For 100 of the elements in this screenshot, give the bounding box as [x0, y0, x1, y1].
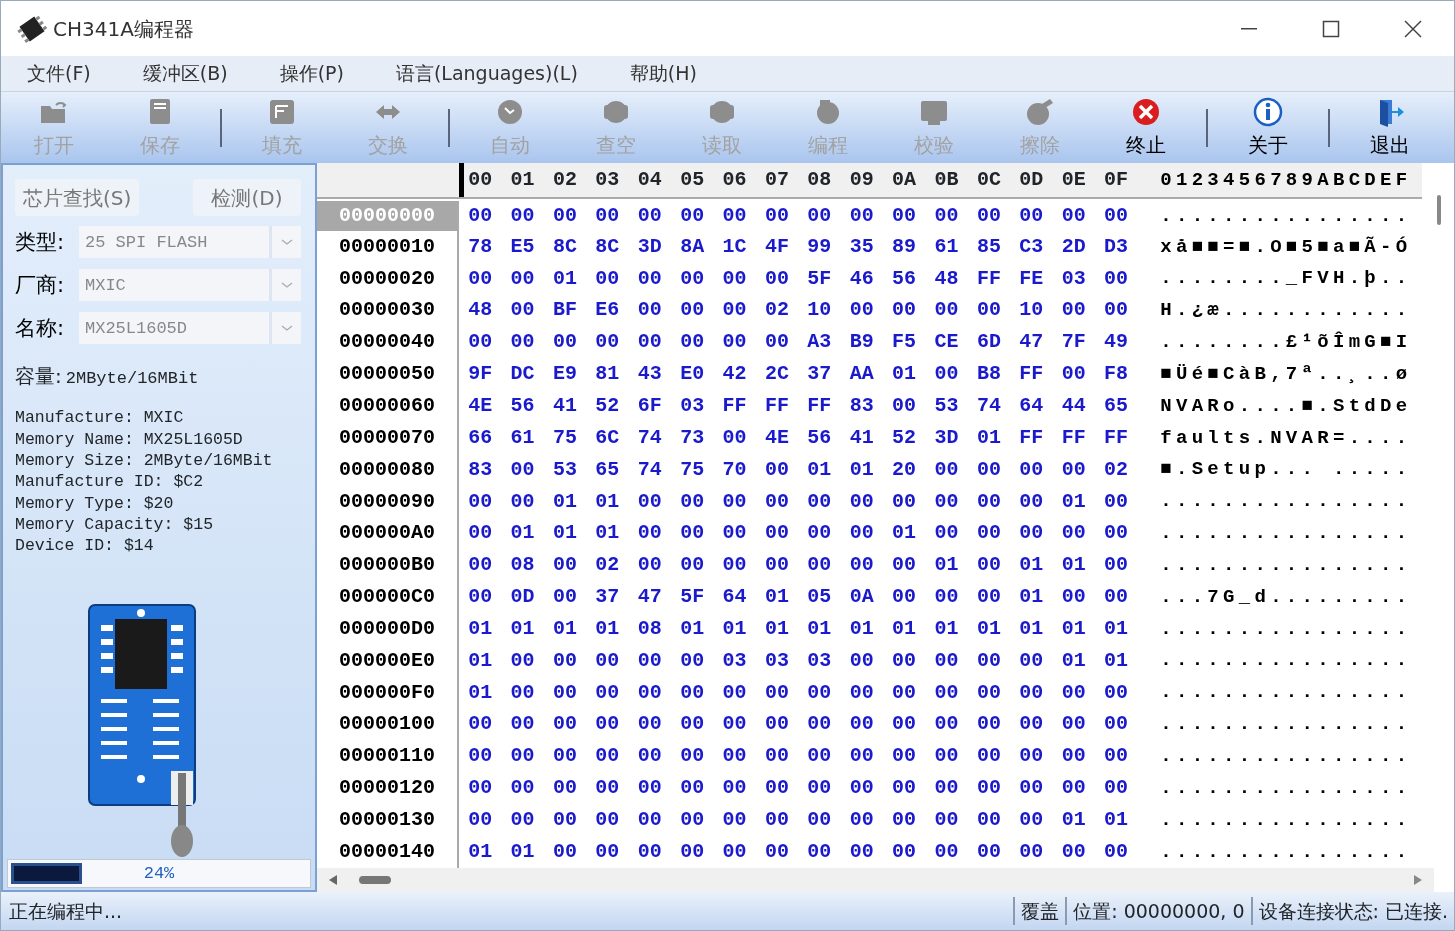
- hex-byte[interactable]: 01: [670, 612, 714, 645]
- hex-byte[interactable]: 01: [1052, 612, 1095, 645]
- hex-byte[interactable]: 00: [755, 835, 799, 868]
- hex-byte[interactable]: 01: [882, 612, 926, 645]
- hex-byte[interactable]: 00: [925, 294, 968, 327]
- hex-byte[interactable]: 00: [501, 326, 544, 359]
- hex-byte[interactable]: B8: [967, 358, 1011, 391]
- hex-byte[interactable]: 56: [501, 390, 544, 422]
- hex-byte[interactable]: 74: [628, 421, 671, 454]
- hex-byte[interactable]: 00: [459, 740, 502, 773]
- hex-byte[interactable]: 03: [713, 644, 756, 677]
- hex-byte[interactable]: 53: [543, 453, 587, 486]
- hex-byte[interactable]: 00: [840, 485, 883, 518]
- hex-byte[interactable]: 35: [840, 230, 883, 263]
- hex-byte[interactable]: 00: [798, 517, 841, 550]
- hex-byte[interactable]: 00: [1010, 740, 1053, 773]
- hex-byte[interactable]: 01: [1052, 549, 1095, 582]
- hex-byte[interactable]: 00: [501, 262, 544, 295]
- hex-byte[interactable]: 85: [967, 230, 1011, 263]
- hex-byte[interactable]: 01: [967, 612, 1011, 645]
- hex-byte[interactable]: 00: [543, 549, 587, 582]
- toolbar-button[interactable]: 退出: [1337, 92, 1443, 163]
- hex-byte[interactable]: 00: [882, 549, 926, 582]
- hex-byte[interactable]: 5F: [670, 581, 714, 613]
- hex-byte[interactable]: 8C: [586, 230, 629, 263]
- hex-byte[interactable]: 01: [755, 581, 799, 613]
- hex-byte[interactable]: 00: [543, 740, 587, 773]
- hex-byte[interactable]: 37: [798, 358, 841, 391]
- hex-byte[interactable]: 00: [798, 772, 841, 805]
- hex-byte[interactable]: 00: [459, 485, 502, 518]
- hex-byte[interactable]: 01: [459, 644, 502, 677]
- hex-byte[interactable]: 00: [1010, 453, 1053, 486]
- hex-byte[interactable]: 00: [882, 294, 926, 327]
- hex-byte[interactable]: 00: [755, 549, 799, 582]
- hex-byte[interactable]: F5: [882, 326, 926, 359]
- hex-byte[interactable]: 01: [586, 517, 629, 550]
- hex-byte[interactable]: 00: [925, 740, 968, 773]
- hex-byte[interactable]: 00: [713, 517, 756, 550]
- hex-byte[interactable]: 01: [840, 453, 883, 486]
- hex-byte[interactable]: 00: [840, 835, 883, 868]
- hex-byte[interactable]: 00: [1010, 676, 1053, 709]
- hex-byte[interactable]: 00: [755, 453, 799, 486]
- hex-byte[interactable]: 02: [1094, 453, 1138, 486]
- hex-byte[interactable]: 00: [925, 676, 968, 709]
- hex-byte[interactable]: 00: [543, 199, 587, 233]
- hex-byte[interactable]: 00: [967, 485, 1011, 518]
- hex-byte[interactable]: 00: [1052, 581, 1095, 613]
- hex-byte[interactable]: 00: [882, 772, 926, 805]
- hex-byte[interactable]: 00: [459, 549, 502, 582]
- hex-byte[interactable]: 99: [798, 230, 841, 263]
- hex-byte[interactable]: 00: [501, 676, 544, 709]
- hex-byte[interactable]: 00: [925, 199, 968, 233]
- hex-byte[interactable]: 01: [543, 517, 587, 550]
- hex-byte[interactable]: 00: [713, 708, 756, 741]
- hex-byte[interactable]: 00: [755, 262, 799, 295]
- hex-byte[interactable]: 00: [713, 549, 756, 582]
- hex-byte[interactable]: FF: [1052, 421, 1095, 454]
- hex-byte[interactable]: 00: [1094, 485, 1138, 518]
- hex-byte[interactable]: 00: [798, 676, 841, 709]
- hex-byte[interactable]: 75: [670, 453, 714, 486]
- hex-byte[interactable]: 00: [967, 517, 1011, 550]
- hex-byte[interactable]: 74: [628, 453, 671, 486]
- hex-byte[interactable]: 00: [925, 772, 968, 805]
- scrollbar-thumb[interactable]: [1434, 195, 1444, 227]
- hex-byte[interactable]: 01: [967, 421, 1011, 454]
- hex-byte[interactable]: 03: [755, 644, 799, 677]
- hex-byte[interactable]: 00: [628, 549, 671, 582]
- hex-byte[interactable]: 00: [882, 804, 926, 836]
- hex-byte[interactable]: 00: [1052, 708, 1095, 741]
- hex-byte[interactable]: 02: [755, 294, 799, 327]
- hex-byte[interactable]: FE: [1010, 262, 1053, 295]
- hex-byte[interactable]: 44: [1052, 390, 1095, 422]
- hex-byte[interactable]: 78: [459, 230, 502, 263]
- hex-byte[interactable]: 00: [755, 485, 799, 518]
- hex-byte[interactable]: 3D: [628, 230, 671, 263]
- hex-byte[interactable]: 00: [755, 708, 799, 741]
- hex-byte[interactable]: 00: [670, 262, 714, 295]
- hex-byte[interactable]: 00: [967, 294, 1011, 327]
- address-cell[interactable]: 00000130: [317, 804, 459, 836]
- hex-byte[interactable]: 00: [713, 199, 756, 233]
- hex-byte[interactable]: 00: [628, 326, 671, 359]
- hex-byte[interactable]: 00: [798, 199, 841, 233]
- hex-byte[interactable]: 00: [755, 676, 799, 709]
- hex-byte[interactable]: 00: [586, 326, 629, 359]
- hex-byte[interactable]: 00: [628, 740, 671, 773]
- hex-byte[interactable]: 00: [670, 199, 714, 233]
- hex-byte[interactable]: 61: [501, 421, 544, 454]
- hex-byte[interactable]: 00: [755, 804, 799, 836]
- hex-byte[interactable]: 56: [798, 421, 841, 454]
- hex-byte[interactable]: 00: [543, 708, 587, 741]
- hex-byte[interactable]: 01: [501, 835, 544, 868]
- hex-byte[interactable]: 3D: [925, 421, 968, 454]
- hex-byte[interactable]: AA: [840, 358, 883, 391]
- hex-byte[interactable]: 01: [586, 612, 629, 645]
- hex-byte[interactable]: 01: [501, 612, 544, 645]
- menu-item[interactable]: 缓冲区(B): [116, 59, 254, 88]
- hex-byte[interactable]: 00: [628, 199, 671, 233]
- hex-byte[interactable]: 01: [459, 676, 502, 709]
- hex-byte[interactable]: F8: [1094, 358, 1138, 391]
- address-cell[interactable]: 00000100: [317, 708, 459, 741]
